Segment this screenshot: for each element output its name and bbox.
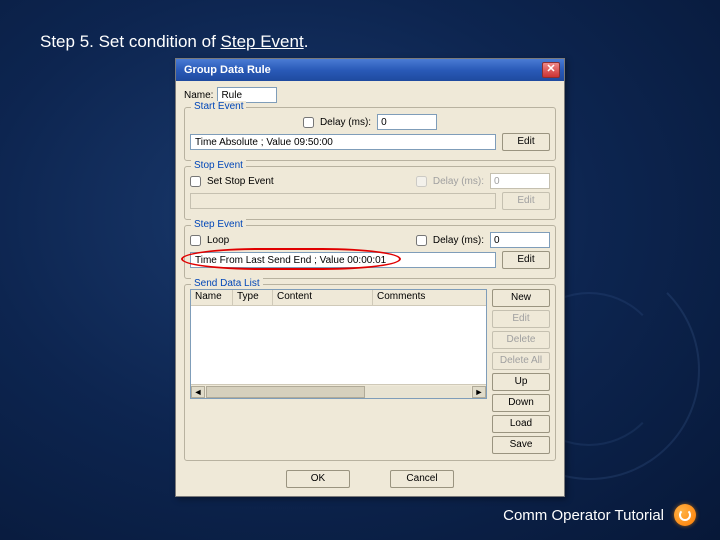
send-data-list-group: Send Data List Name Type Content Comment… — [184, 284, 556, 461]
new-button[interactable]: New — [492, 289, 550, 307]
delete-button: Delete — [492, 331, 550, 349]
send-data-table[interactable]: Name Type Content Comments ◄ ► — [190, 289, 487, 399]
send-data-list-title: Send Data List — [191, 278, 263, 289]
start-delay-label: Delay (ms): — [320, 117, 371, 128]
step-delay-label: Delay (ms): — [433, 235, 484, 246]
window-title: Group Data Rule — [184, 64, 271, 76]
start-event-title: Start Event — [191, 101, 246, 112]
step-event-edit-button[interactable]: Edit — [502, 251, 550, 269]
cancel-button[interactable]: Cancel — [390, 470, 454, 488]
start-event-value: Time Absolute ; Value 09:50:00 — [190, 134, 496, 150]
scroll-right-icon[interactable]: ► — [472, 386, 486, 398]
scroll-left-icon[interactable]: ◄ — [191, 386, 205, 398]
step-event-value: Time From Last Send End ; Value 00:00:01 — [190, 252, 496, 268]
col-content: Content — [273, 290, 373, 305]
load-button[interactable]: Load — [492, 415, 550, 433]
ok-button[interactable]: OK — [286, 470, 350, 488]
footer-text: Comm Operator Tutorial — [503, 507, 664, 524]
stop-delay-label: Delay (ms): — [433, 176, 484, 187]
footer: Comm Operator Tutorial — [503, 504, 696, 526]
col-name: Name — [191, 290, 233, 305]
save-button[interactable]: Save — [492, 436, 550, 454]
step-event-title: Step Event — [191, 219, 246, 230]
stop-event-group: Stop Event Set Stop Event Delay (ms): Ed… — [184, 166, 556, 220]
h-scrollbar[interactable]: ◄ ► — [191, 384, 486, 398]
stop-delay-checkbox — [416, 176, 427, 187]
close-button[interactable]: ✕ — [542, 62, 560, 78]
loop-checkbox[interactable] — [190, 235, 201, 246]
table-header: Name Type Content Comments — [191, 290, 486, 306]
loop-label: Loop — [207, 235, 229, 246]
start-delay-checkbox[interactable] — [303, 117, 314, 128]
set-stop-event-label: Set Stop Event — [207, 176, 274, 187]
stop-delay-input — [490, 173, 550, 189]
start-event-edit-button[interactable]: Edit — [502, 133, 550, 151]
step-delay-checkbox[interactable] — [416, 235, 427, 246]
logo-icon — [674, 504, 696, 526]
stop-event-title: Stop Event — [191, 160, 246, 171]
col-type: Type — [233, 290, 273, 305]
delete-all-button: Delete All — [492, 352, 550, 370]
stop-event-edit-button: Edit — [502, 192, 550, 210]
edit-button: Edit — [492, 310, 550, 328]
stop-event-value — [190, 193, 496, 209]
start-delay-input[interactable] — [377, 114, 437, 130]
start-event-group: Start Event Delay (ms): Time Absolute ; … — [184, 107, 556, 161]
up-button[interactable]: Up — [492, 373, 550, 391]
set-stop-event-checkbox[interactable] — [190, 176, 201, 187]
group-data-rule-dialog: Group Data Rule ✕ Name: Start Event Dela… — [175, 58, 565, 497]
step-event-group: Step Event Loop Delay (ms): Time From La… — [184, 225, 556, 279]
instruction-text: Step 5. Set condition of Step Event. — [40, 32, 308, 52]
step-delay-input[interactable] — [490, 232, 550, 248]
col-comments: Comments — [373, 290, 486, 305]
titlebar: Group Data Rule ✕ — [176, 59, 564, 81]
name-label: Name: — [184, 90, 213, 101]
down-button[interactable]: Down — [492, 394, 550, 412]
